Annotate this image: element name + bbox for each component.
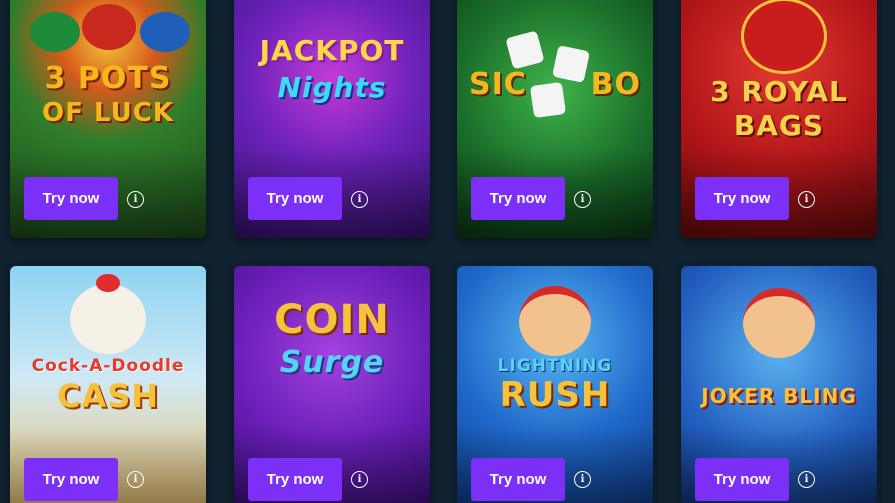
jester-icon: [519, 286, 591, 356]
try-now-button[interactable]: Try now: [695, 177, 789, 220]
game-card-joker-bling[interactable]: JOKER BLING Try now i: [681, 266, 877, 503]
game-title-line1: 3 ROYAL: [710, 75, 848, 108]
info-icon[interactable]: i: [798, 471, 815, 488]
dice-icon: [552, 45, 590, 83]
info-icon[interactable]: i: [351, 471, 368, 488]
jester-icon: [743, 288, 815, 358]
game-title-line1: Cock-A-Doodle: [31, 356, 185, 376]
game-grid: 3 POTS OF LUCK Try now i JACKPOT Nights …: [0, 0, 895, 503]
try-now-button[interactable]: Try now: [248, 177, 342, 220]
game-card-coin-surge[interactable]: COIN Surge Try now i: [234, 266, 430, 503]
game-title-line1: LIGHTNING: [497, 356, 613, 376]
game-title-line2: Surge: [279, 345, 385, 380]
game-title-line2: RUSH: [499, 375, 611, 415]
game-card-3-royal-bags[interactable]: 3 ROYAL BAGS Try now i: [681, 0, 877, 238]
game-card-jackpot-nights[interactable]: JACKPOT Nights Try now i: [234, 0, 430, 238]
game-card-lightning-rush[interactable]: LIGHTNING RUSH Try now i: [457, 266, 653, 503]
try-now-button[interactable]: Try now: [24, 458, 118, 501]
game-title-line1: JACKPOT: [259, 34, 405, 67]
try-now-button[interactable]: Try now: [695, 458, 789, 501]
pot-icon: [82, 4, 136, 50]
pot-icon: [30, 12, 80, 52]
game-title-line1: COIN: [274, 297, 390, 343]
rooster-icon: [70, 284, 146, 354]
dice-icon: [529, 81, 567, 119]
game-title-line2: BO: [590, 67, 641, 102]
try-now-button[interactable]: Try now: [471, 177, 565, 220]
try-now-button[interactable]: Try now: [471, 458, 565, 501]
info-icon[interactable]: i: [574, 471, 591, 488]
dice-icon: [505, 30, 545, 70]
try-now-button[interactable]: Try now: [248, 458, 342, 501]
info-icon[interactable]: i: [574, 191, 591, 208]
info-icon[interactable]: i: [127, 191, 144, 208]
game-title-line2: CASH: [56, 377, 160, 415]
game-title-line1: SIC: [469, 67, 527, 102]
info-icon[interactable]: i: [127, 471, 144, 488]
money-bag-icon: [741, 0, 827, 74]
game-title-line1: 3 POTS: [44, 61, 172, 96]
game-card-3-pots-of-luck[interactable]: 3 POTS OF LUCK Try now i: [10, 0, 206, 238]
rooster-comb-icon: [96, 274, 120, 292]
game-title-line1: JOKER BLING: [701, 384, 857, 408]
pot-icon: [140, 12, 190, 52]
game-title-line2: BAGS: [733, 109, 825, 142]
try-now-button[interactable]: Try now: [24, 177, 118, 220]
game-card-cock-a-doodle-cash[interactable]: Cock-A-Doodle CASH Try now i: [10, 266, 206, 503]
game-title-line2: OF LUCK: [42, 98, 174, 128]
info-icon[interactable]: i: [351, 191, 368, 208]
game-card-sic-bo[interactable]: SIC BO Try now i: [457, 0, 653, 238]
info-icon[interactable]: i: [798, 191, 815, 208]
game-title-line2: Nights: [277, 71, 387, 104]
